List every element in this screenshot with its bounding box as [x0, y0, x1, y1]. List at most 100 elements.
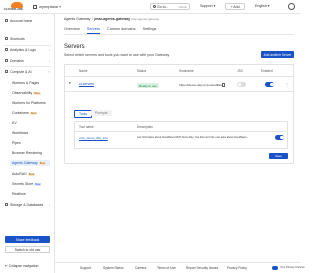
- enabled-toggle[interactable]: [265, 82, 274, 87]
- add-server-button[interactable]: Add another Server: [261, 51, 294, 58]
- privacy-choices-icon: [272, 266, 278, 270]
- account-switcher[interactable]: wynnplane▾: [33, 4, 61, 9]
- sidebar-item-label: Shortcuts: [10, 37, 25, 41]
- sidebar-item-pipes[interactable]: Pipes: [12, 141, 21, 145]
- chevron-down-icon[interactable]: ▾: [69, 81, 71, 85]
- sidebar-item-secrets-store[interactable]: Secrets Store New: [12, 182, 42, 186]
- support-menu[interactable]: Support ▾: [200, 4, 215, 8]
- breadcrumb-root[interactable]: Agents Gateway: [64, 17, 90, 21]
- tab-servers[interactable]: Servers: [86, 27, 100, 34]
- sidebar-item-compute-ai[interactable]: Compute & AI: [5, 70, 32, 74]
- sidebar-item-agents-gateway[interactable]: Agents Gateway Beta: [10, 160, 50, 166]
- column-header-enabled: Enabled: [261, 69, 273, 73]
- sidebar-item-realtime[interactable]: Realtime: [12, 192, 26, 196]
- tab-overview[interactable]: Overview: [64, 27, 80, 31]
- language-menu[interactable]: English ▾: [255, 4, 270, 8]
- sidebar-item-containers[interactable]: Containers Beta: [12, 111, 38, 115]
- footer: Support System Status Careers Terms of U…: [55, 262, 305, 273]
- sidebar-divider: [4, 45, 51, 46]
- server-name[interactable]: ct-servers: [79, 82, 94, 86]
- sidebar-item-label: AutoRAG: [12, 172, 27, 176]
- top-bar: CLOUDFLARE wynnplane▾ Go to... Ctrl+K Su…: [0, 0, 300, 14]
- sidebar-item-label: Observability: [12, 91, 33, 95]
- footer-link-privacy[interactable]: Privacy Policy: [227, 266, 247, 270]
- sidebar-item-label: KV: [12, 121, 17, 125]
- tab-bar: Overview Servers Custom domains Settings: [64, 27, 162, 34]
- account-name: wynnplane: [39, 4, 59, 9]
- footer-link-security[interactable]: Report Security Issues: [186, 266, 218, 270]
- chevron-down-icon: ˅: [48, 70, 50, 74]
- tools-header-divider: [75, 131, 287, 132]
- sidebar-item-autorag[interactable]: AutoRAG Beta: [12, 172, 36, 176]
- collapse-navigation[interactable]: ⇤ Collapse navigation: [5, 264, 38, 268]
- footer-link-terms[interactable]: Terms of Use: [157, 266, 176, 270]
- sidebar-item-label: Workers & Pages: [12, 81, 40, 85]
- sidebar-item-shortcuts[interactable]: Shortcuts: [5, 37, 25, 41]
- servers-table: Name Status Hostname JSX Enabled ▾ ct-se…: [64, 64, 294, 164]
- switch-nav-button[interactable]: Switch to old nav: [5, 246, 50, 253]
- sidebar-item-workers-pages[interactable]: Workers & Pages: [12, 81, 39, 85]
- beta-badge: Beta: [27, 172, 36, 176]
- sidebar-divider: [4, 66, 51, 67]
- tab-settings[interactable]: Settings: [143, 27, 157, 31]
- chevron-right-icon: ›: [49, 203, 50, 207]
- support-label: Support: [200, 4, 213, 8]
- page-title: Servers: [64, 44, 85, 50]
- sidebar-item-label: Secrets Store: [12, 182, 34, 186]
- tool-name[interactable]: mcp_demo_day_info: [79, 136, 108, 140]
- page-description: Select which servers and tools you want …: [64, 53, 170, 57]
- status-badge: Ready to use: [137, 83, 159, 88]
- sidebar-item-label: Compute & AI: [10, 70, 32, 74]
- sidebar-item-workflows[interactable]: Workflows: [12, 131, 28, 135]
- tab-divider: [64, 34, 294, 35]
- chevron-right-icon: ›: [49, 59, 50, 63]
- sidebar-item-label: Agents Gateway: [12, 161, 38, 165]
- toggle-knob: [237, 82, 241, 86]
- tool-enabled-toggle[interactable]: [275, 135, 284, 140]
- sidebar-item-label: Pipes: [12, 141, 21, 145]
- share-feedback-button[interactable]: Share feedback: [5, 236, 50, 243]
- column-header-jsx: JSX: [237, 69, 243, 73]
- footer-link-system-status[interactable]: System Status: [103, 266, 124, 270]
- sidebar-item-kv[interactable]: KV: [12, 121, 17, 125]
- sidebar-item-account-home[interactable]: Account home: [5, 19, 32, 23]
- footer-link-careers[interactable]: Careers: [135, 266, 146, 270]
- tools-table: Tool name Description mcp_demo_day_info …: [74, 121, 288, 149]
- tab-custom-domains[interactable]: Custom domains: [107, 27, 136, 31]
- sidebar-item-domains[interactable]: Domains: [5, 59, 24, 63]
- sidebar-item-workers-for-platforms[interactable]: Workers for Platforms: [12, 101, 46, 105]
- user-avatar-icon[interactable]: [288, 3, 295, 10]
- column-header-status: Status: [137, 69, 147, 73]
- sidebar-item-storage-databases[interactable]: Storage & Databases: [5, 203, 43, 207]
- cpu-icon: [5, 70, 8, 74]
- sidebar-item-label: Workflows: [12, 131, 29, 135]
- column-header-description: Description: [137, 125, 153, 129]
- sidebar-item-browser-rendering[interactable]: Browser Rendering: [12, 151, 42, 155]
- beta-badge: Beta: [33, 91, 41, 95]
- goto-search[interactable]: Go to... Ctrl+K: [150, 3, 190, 10]
- sidebar-item-label: Containers: [12, 111, 29, 115]
- toggle-knob: [280, 135, 284, 139]
- footer-link-support[interactable]: Support: [80, 266, 91, 270]
- sidebar-item-label: Account home: [10, 19, 33, 23]
- more-options-icon[interactable]: ⋮: [285, 82, 289, 87]
- add-button[interactable]: + Add: [225, 3, 245, 10]
- sidebar-item-observability[interactable]: Observability Beta: [12, 91, 41, 95]
- header-divider: [65, 76, 293, 77]
- language-label: English: [255, 4, 267, 8]
- save-changes-button[interactable]: Save Changes: [269, 153, 288, 162]
- database-icon: [5, 203, 8, 207]
- subtab-prompts[interactable]: Prompts: [91, 110, 112, 116]
- jsx-toggle[interactable]: [237, 82, 246, 87]
- breadcrumb: Agents Gateway / jmar-agents-gateway jmar-…: [64, 17, 159, 21]
- sidebar-item-analytics[interactable]: Analytics & Logs: [5, 48, 36, 52]
- footer-link-privacy-choices[interactable]: Your Privacy Choices: [280, 266, 305, 269]
- toggle-knob: [270, 82, 274, 86]
- logo-text: CLOUDFLARE: [4, 8, 23, 11]
- star-icon: [5, 37, 8, 41]
- subtab-tools[interactable]: Tools: [74, 110, 92, 118]
- cloudflare-logo[interactable]: CLOUDFLARE: [4, 2, 30, 12]
- new-badge: New: [34, 182, 42, 186]
- copy-icon[interactable]: [222, 83, 225, 87]
- sidebar-item-label: Analytics & Logs: [10, 48, 36, 52]
